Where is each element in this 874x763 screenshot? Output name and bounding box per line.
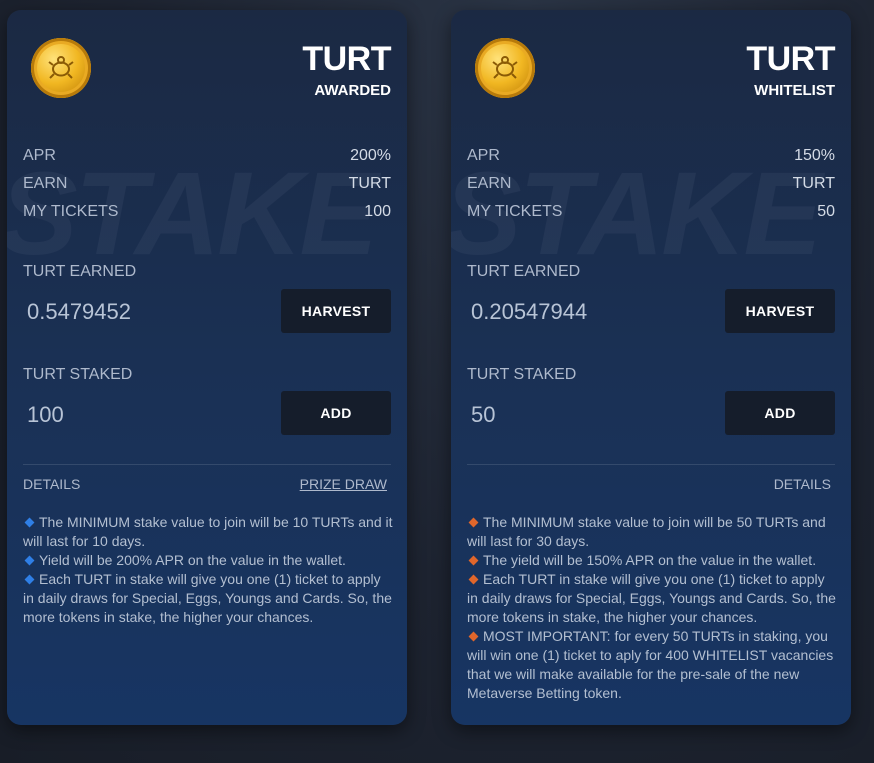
add-button[interactable]: ADD — [281, 391, 391, 435]
harvest-button[interactable]: HARVEST — [725, 289, 835, 333]
list-item: Yield will be 200% APR on the value in t… — [23, 551, 393, 570]
stat-row-tickets: MY TICKETS 100 — [23, 203, 391, 221]
stat-label: EARN — [23, 175, 68, 192]
pool-subtitle: WHITELIST — [754, 82, 835, 99]
earned-value: 0.5479452 — [27, 299, 131, 324]
stat-value: TURT — [792, 175, 835, 192]
staking-card-whitelist: STAKE TURT WHITELIST APR 150% EARN TURT … — [451, 10, 851, 725]
turt-coin-icon — [475, 38, 535, 98]
stat-value: 50 — [817, 203, 835, 220]
stat-label: APR — [23, 147, 56, 164]
stat-row-earn: EARN TURT — [23, 175, 391, 193]
list-item: Each TURT in stake will give you one (1)… — [23, 571, 392, 625]
prize-draw-link[interactable]: PRIZE DRAW — [300, 476, 387, 492]
details-label: DETAILS — [773, 476, 831, 492]
stat-label: MY TICKETS — [467, 203, 563, 220]
diamond-bullet-icon — [24, 555, 35, 566]
earned-value: 0.20547944 — [471, 299, 588, 324]
list-item: The MINIMUM stake value to join will be … — [467, 514, 826, 549]
earned-label: TURT EARNED — [467, 263, 581, 280]
stat-value: 150% — [794, 147, 835, 164]
stat-value: 100 — [364, 203, 391, 220]
diamond-bullet-icon — [468, 631, 479, 642]
token-title: TURT — [746, 40, 835, 78]
staked-label: TURT STAKED — [467, 366, 577, 383]
stat-row-tickets: MY TICKETS 50 — [467, 203, 835, 221]
stat-row-apr: APR 200% — [23, 147, 391, 165]
details-description: The MINIMUM stake value to join will be … — [23, 513, 393, 627]
turt-coin-icon — [31, 38, 91, 98]
diamond-bullet-icon — [24, 574, 35, 585]
diamond-bullet-icon — [468, 574, 479, 585]
details-description: The MINIMUM stake value to join will be … — [467, 513, 837, 703]
stat-row-earn: EARN TURT — [467, 175, 835, 193]
divider — [467, 464, 835, 465]
staked-label: TURT STAKED — [23, 366, 133, 383]
diamond-bullet-icon — [468, 555, 479, 566]
diamond-bullet-icon — [24, 517, 35, 528]
list-item: The MINIMUM stake value to join will be … — [23, 514, 393, 549]
staked-value: 50 — [471, 402, 496, 427]
add-button[interactable]: ADD — [725, 391, 835, 435]
list-item: Each TURT in stake will give you one (1)… — [467, 571, 836, 625]
stat-label: APR — [467, 147, 500, 164]
list-item: The yield will be 150% APR on the value … — [467, 551, 837, 570]
details-label: DETAILS — [23, 476, 81, 492]
stat-value: TURT — [348, 175, 391, 192]
stat-label: EARN — [467, 175, 512, 192]
diamond-bullet-icon — [468, 517, 479, 528]
list-item: MOST IMPORTANT: for every 50 TURTs in st… — [467, 628, 834, 701]
stat-label: MY TICKETS — [23, 203, 119, 220]
pool-subtitle: AWARDED — [314, 82, 391, 99]
staking-card-awarded: STAKE TURT AWARDED APR 200% EARN TURT MY… — [7, 10, 407, 725]
staked-value: 100 — [27, 402, 64, 427]
stat-row-apr: APR 150% — [467, 147, 835, 165]
token-title: TURT — [302, 40, 391, 78]
harvest-button[interactable]: HARVEST — [281, 289, 391, 333]
stat-value: 200% — [350, 147, 391, 164]
divider — [23, 464, 391, 465]
earned-label: TURT EARNED — [23, 263, 137, 280]
